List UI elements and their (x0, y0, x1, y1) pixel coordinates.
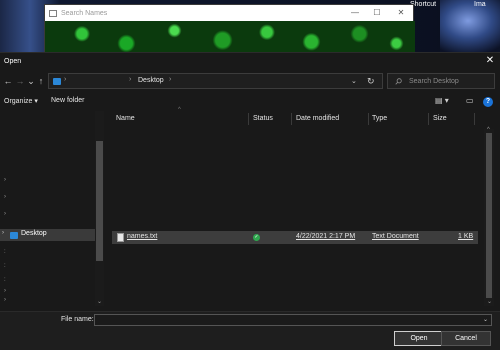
desktop-background: Shortcut Ima Search Names — ☐ ✕ (0, 0, 500, 52)
dialog-close-icon[interactable]: ✕ (484, 55, 496, 67)
search-input[interactable]: Search Desktop (409, 78, 459, 85)
preview-pane-icon[interactable]: ▭ (466, 96, 474, 105)
column-header-status[interactable]: Status (253, 115, 273, 122)
dialog-footer: File name: ⌄ Open Cancel (0, 311, 500, 350)
sync-status-check-icon: ✓ (253, 234, 260, 241)
column-header-size[interactable]: Size (433, 115, 447, 122)
sort-indicator-icon: ^ (178, 107, 181, 113)
dialog-title: Open (4, 57, 22, 65)
nav-pane-scroll-thumb[interactable] (96, 141, 103, 261)
expand-chevron-icon[interactable]: › (4, 211, 6, 217)
desktop-image-label[interactable]: Ima (474, 1, 486, 8)
nav-tree-mark: : (4, 263, 6, 269)
column-divider[interactable] (248, 113, 249, 125)
file-list-scroll-thumb[interactable] (486, 133, 492, 298)
nav-item-desktop[interactable]: › Desktop (0, 229, 95, 241)
file-size-cell: 1 KB (458, 233, 474, 240)
file-date-cell: 4/22/2021 2:17 PM (296, 233, 356, 240)
open-dialog: Open ✕ ← → ⌄ ↑ › › Desktop › ⌄ ↻ Search … (0, 52, 500, 350)
breadcrumb-separator[interactable]: › (169, 76, 171, 83)
command-bar: Organize ▾ New folder ▤ ▾ ▭ ? (0, 94, 500, 110)
refresh-icon[interactable]: ↻ (367, 76, 375, 87)
scroll-down-icon[interactable]: ⌄ (97, 298, 102, 305)
desktop-folder-icon (10, 232, 18, 239)
nav-tree-mark: : (4, 277, 6, 283)
breadcrumb-desktop[interactable]: Desktop (138, 77, 164, 84)
minimize-icon[interactable]: — (345, 6, 365, 20)
scroll-down-icon[interactable]: ⌄ (487, 298, 492, 305)
column-header-date-modified[interactable]: Date modified (296, 115, 339, 122)
file-name-dropdown-chevron-icon[interactable]: ⌄ (483, 316, 488, 323)
folder-icon (53, 78, 61, 85)
expand-chevron-icon[interactable]: › (4, 177, 6, 183)
column-divider[interactable] (291, 113, 292, 125)
desktop-wallpaper (440, 0, 500, 52)
column-divider[interactable] (428, 113, 429, 125)
back-arrow-icon[interactable]: ← (2, 75, 14, 87)
breadcrumb-separator[interactable]: › (129, 76, 131, 83)
expand-chevron-icon[interactable]: › (2, 230, 4, 236)
column-divider[interactable] (474, 113, 475, 125)
change-view-icon[interactable]: ▤ ▾ (435, 96, 449, 105)
green-image-area (45, 21, 415, 52)
maximize-icon[interactable]: ☐ (367, 6, 387, 20)
file-row-names-txt[interactable]: names.txt ✓ 4/22/2021 2:17 PM Text Docum… (112, 231, 478, 244)
text-file-icon (117, 233, 124, 242)
search-box[interactable]: Search Desktop (387, 73, 495, 89)
search-names-title: Search Names (61, 9, 108, 17)
column-header-name[interactable]: Name (116, 115, 135, 122)
organize-menu-button[interactable]: Organize ▾ (4, 97, 38, 105)
file-name-cell[interactable]: names.txt (127, 233, 157, 240)
scroll-up-icon[interactable]: ^ (487, 127, 490, 133)
expand-chevron-icon[interactable]: › (4, 194, 6, 200)
file-name-input[interactable]: ⌄ (94, 314, 492, 326)
expand-chevron-icon[interactable]: › (4, 288, 6, 294)
cancel-button[interactable]: Cancel (441, 331, 491, 346)
new-folder-button[interactable]: New folder (51, 97, 84, 104)
address-dropdown-chevron-icon[interactable]: ⌄ (351, 77, 357, 85)
open-button[interactable]: Open (394, 331, 444, 346)
column-divider[interactable] (368, 113, 369, 125)
file-type-cell: Text Document (372, 233, 419, 240)
file-list: ^ Name Status Date modified Type Size na… (108, 107, 500, 306)
column-header-type[interactable]: Type (372, 115, 387, 122)
up-arrow-icon[interactable]: ↑ (35, 75, 47, 87)
navigation-bar: ← → ⌄ ↑ › › Desktop › ⌄ ↻ Search Desktop (0, 70, 500, 92)
navigation-pane: › › › › Desktop : : : › › ⌄ (0, 111, 106, 306)
dialog-titlebar[interactable]: Open (0, 53, 500, 69)
address-bar[interactable]: › › Desktop › ⌄ ↻ (48, 73, 383, 89)
window-app-icon (49, 9, 57, 17)
nav-tree-mark: : (4, 249, 6, 255)
breadcrumb-separator[interactable]: › (64, 76, 66, 83)
nav-item-desktop-label: Desktop (21, 230, 47, 237)
file-name-label: File name: (61, 316, 94, 323)
search-names-window: Search Names — ☐ ✕ (44, 4, 415, 52)
search-icon (395, 78, 402, 85)
close-icon[interactable]: ✕ (391, 6, 411, 20)
help-icon[interactable]: ? (483, 97, 493, 107)
expand-chevron-icon[interactable]: › (4, 297, 6, 303)
